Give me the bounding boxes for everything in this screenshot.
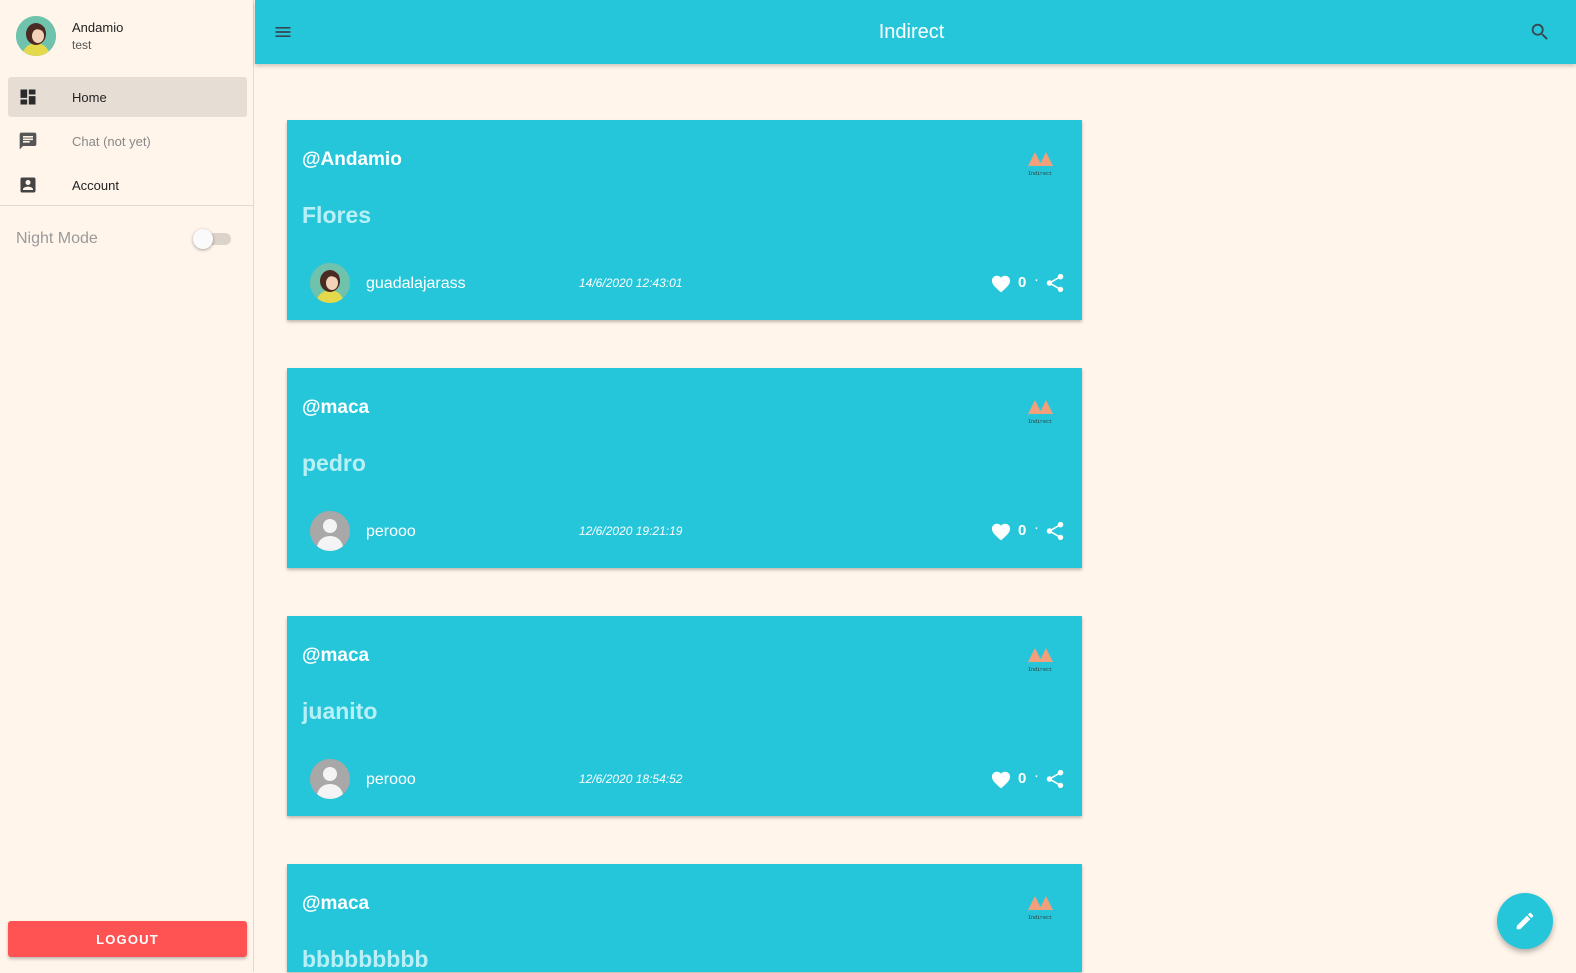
post-author[interactable]: guadalajarass [366,275,466,293]
separator-dot: · [1034,519,1039,536]
search-icon[interactable] [1529,21,1551,43]
sidebar: Andamio test Home Chat (not yet) Account… [0,0,254,972]
avatar[interactable] [310,759,350,799]
post-username[interactable]: @maca [302,645,369,667]
avatar[interactable] [310,511,350,551]
post-date: 14/6/2020 12:43:01 [579,276,683,290]
post-card[interactable]: @maca Indirect juanito perooo 12/6/2020 … [287,616,1082,816]
app-title: Indirect [878,21,945,43]
post-date: 12/6/2020 19:21:19 [579,524,683,538]
pencil-icon [1516,912,1534,930]
logout-button[interactable]: LOGOUT [8,921,247,957]
indirect-logo-icon: Indirect [1028,152,1053,177]
post-card[interactable]: @Andamio Indirect Flores guadalajarass 1… [287,120,1082,320]
night-mode-label: Night Mode [16,230,98,247]
account-box-icon [20,177,36,193]
post-title: pedro [302,450,366,476]
post-username[interactable]: @maca [302,397,369,419]
like-count: 0 [1018,274,1027,291]
night-mode-toggle[interactable] [193,229,231,249]
sidebar-item-chat[interactable]: Chat (not yet) [8,121,247,161]
post-title: Flores [302,202,372,228]
profile-name: Andamio [72,20,124,35]
profile-subtitle: test [72,38,92,52]
profile-avatar[interactable] [16,16,56,56]
like-count: 0 [1018,770,1027,787]
compose-fab-button[interactable] [1497,893,1553,949]
post-username[interactable]: @Andamio [302,149,402,171]
separator-dot: · [1034,271,1039,288]
logo-text: Indirect [1028,667,1052,673]
post-author[interactable]: perooo [366,771,416,789]
heart-icon[interactable] [990,273,1012,293]
sidebar-divider [0,205,254,206]
post-card[interactable]: @maca Indirect pedro perooo 12/6/2020 19… [287,368,1082,568]
share-icon[interactable] [1044,768,1066,790]
sidebar-item-account[interactable]: Account [8,165,247,205]
post-title: bbbbbbbbb [302,946,429,972]
top-app-bar: Indirect [255,0,1576,64]
indirect-logo-icon: Indirect [1028,400,1053,425]
profile: Andamio test [16,16,246,58]
post-username[interactable]: @maca [302,893,369,915]
indirect-logo-icon: Indirect [1028,648,1053,673]
sidebar-item-home[interactable]: Home [8,77,247,117]
dashboard-icon [20,89,36,105]
logo-text: Indirect [1028,915,1052,921]
avatar[interactable] [310,263,350,303]
like-count: 0 [1018,522,1027,539]
indirect-logo-icon: Indirect [1028,896,1053,921]
post-title: juanito [302,698,378,724]
heart-icon[interactable] [990,769,1012,789]
share-icon[interactable] [1044,520,1066,542]
post-card[interactable]: @maca Indirect bbbbbbbbb [287,864,1082,972]
post-date: 12/6/2020 18:54:52 [579,772,683,786]
logo-text: Indirect [1028,171,1052,177]
share-icon[interactable] [1044,272,1066,294]
logo-text: Indirect [1028,419,1052,425]
sidebar-item-label: Home [72,90,107,105]
heart-icon[interactable] [990,521,1012,541]
toggle-knob [193,229,213,249]
separator-dot: · [1034,767,1039,784]
sidebar-item-label: Chat (not yet) [72,134,151,149]
chat-icon [19,132,37,150]
sidebar-item-label: Account [72,178,119,193]
post-author[interactable]: perooo [366,523,416,541]
